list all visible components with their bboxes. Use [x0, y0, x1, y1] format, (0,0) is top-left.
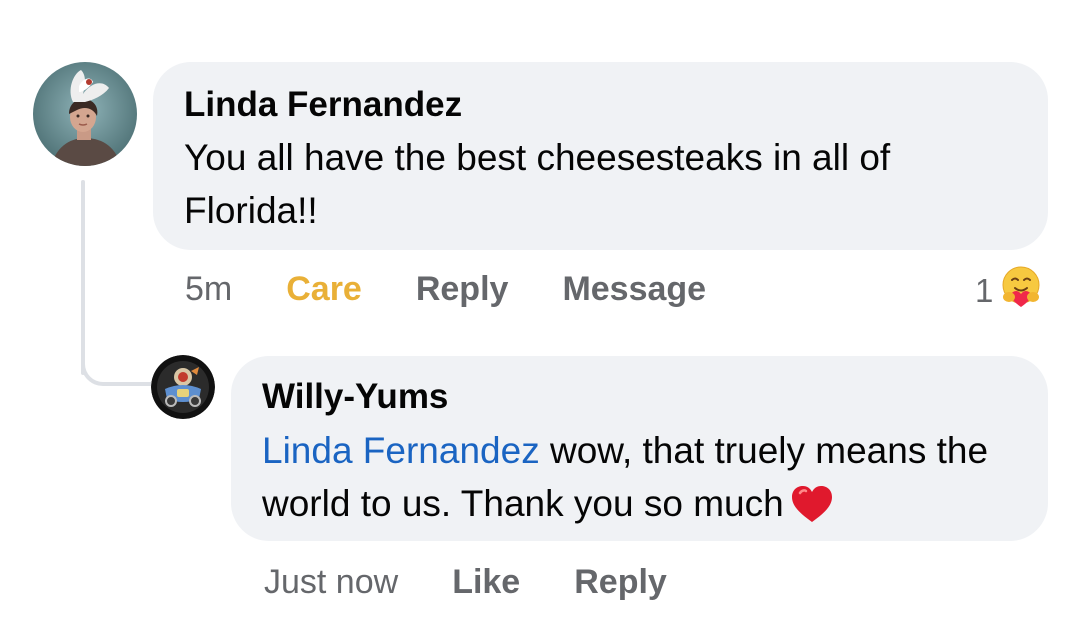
reply-button[interactable]: Reply	[416, 269, 509, 309]
thread-line-curve	[81, 340, 151, 386]
comment-actions: 5m Care Reply Message	[185, 269, 760, 309]
comment-timestamp[interactable]: 5m	[185, 269, 232, 309]
reply-bubble: Willy-Yums Linda Fernandez wow, that tru…	[231, 356, 1048, 541]
reply-reply-button[interactable]: Reply	[574, 562, 667, 602]
like-button[interactable]: Like	[452, 562, 520, 602]
avatar-linda-fernandez[interactable]	[33, 62, 137, 166]
reaction-summary[interactable]: 1	[975, 263, 1045, 319]
mention-link[interactable]: Linda Fernandez	[262, 430, 540, 471]
comment-bubble: Linda Fernandez You all have the best ch…	[153, 62, 1048, 250]
comment-author-name[interactable]: Linda Fernandez	[184, 84, 1018, 126]
comment-text: You all have the best cheesesteaks in al…	[184, 137, 891, 231]
care-hug-emoji-icon	[997, 263, 1045, 319]
message-button[interactable]: Message	[562, 269, 706, 309]
care-button[interactable]: Care	[286, 269, 362, 309]
reply-actions: Just now Like Reply	[264, 562, 721, 602]
reaction-count: 1	[975, 272, 994, 309]
red-heart-icon	[790, 484, 834, 538]
reply-author-name[interactable]: Willy-Yums	[262, 376, 1018, 418]
reply-text: Linda Fernandez wow, that truely means t…	[262, 424, 1018, 538]
reply-timestamp[interactable]: Just now	[264, 562, 398, 602]
avatar-willy-yums[interactable]	[151, 355, 215, 419]
